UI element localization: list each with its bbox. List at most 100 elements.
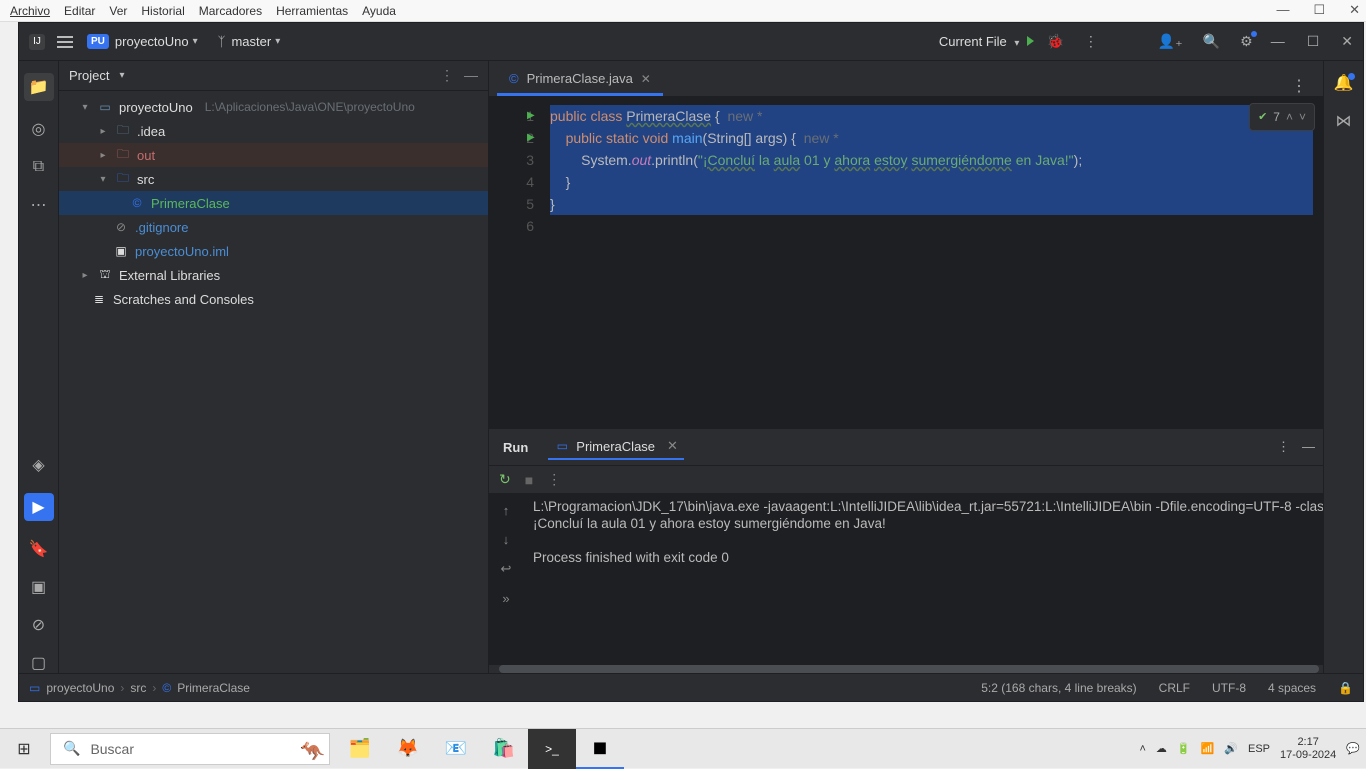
- window-maximize-icon[interactable]: ☐: [1313, 2, 1325, 18]
- tray-onedrive-icon[interactable]: ☁: [1156, 742, 1167, 755]
- build-tool-icon[interactable]: ▣: [29, 577, 49, 597]
- tree-src-folder[interactable]: ▾ 🗀 src: [59, 167, 488, 191]
- project-tool-icon[interactable]: 📁: [24, 73, 54, 101]
- search-everywhere-icon[interactable]: 🔍: [1203, 33, 1220, 50]
- module-icon: ▭: [97, 100, 113, 114]
- project-panel-more-icon[interactable]: ⋮: [440, 67, 454, 84]
- taskbar-app-terminal[interactable]: >_: [528, 729, 576, 769]
- run-tool-hide-icon[interactable]: —: [1302, 439, 1315, 455]
- tray-clock[interactable]: 2:17 17-09-2024: [1280, 736, 1336, 762]
- taskbar-search[interactable]: 🔍 Buscar 🦘: [50, 733, 330, 765]
- readonly-lock-icon[interactable]: 🔒: [1338, 681, 1353, 695]
- menu-marcadores[interactable]: Marcadores: [199, 4, 262, 18]
- debug-button[interactable]: 🐞: [1046, 33, 1063, 50]
- run-tool-icon[interactable]: ▶: [24, 493, 54, 521]
- services-tool-icon[interactable]: ◈: [29, 455, 49, 475]
- window-close-icon[interactable]: ✕: [1349, 2, 1360, 18]
- close-tab-icon[interactable]: ✕: [641, 72, 651, 86]
- breadcrumb[interactable]: ▭ proyectoUno› src› © PrimeraClase: [29, 681, 250, 695]
- run-line-icon[interactable]: ▶: [527, 105, 535, 127]
- run-toolbar-more-icon[interactable]: ⋮: [547, 471, 561, 488]
- indent-widget[interactable]: 4 spaces: [1268, 681, 1316, 695]
- project-tree[interactable]: ▾ ▭ proyectoUno L:\Aplicaciones\Java\ONE…: [59, 91, 488, 315]
- menu-archivo[interactable]: Archivo: [10, 4, 50, 18]
- editor-gutter[interactable]: ▶ ▶ 1 2 3 4 5 6: [489, 97, 544, 428]
- run-button[interactable]: [1027, 33, 1034, 51]
- run-line-icon[interactable]: ▶: [527, 127, 535, 149]
- notifications-icon[interactable]: 🔔: [1334, 73, 1354, 93]
- tray-battery-icon[interactable]: 🔋: [1177, 742, 1191, 755]
- structure-tool-icon[interactable]: ⧉: [29, 157, 49, 177]
- run-config-tab[interactable]: ▭ PrimeraClase ✕: [548, 434, 684, 460]
- tree-out-folder[interactable]: ▸ 🗀 out: [59, 143, 488, 167]
- tree-idea-folder[interactable]: ▸ 🗀 .idea: [59, 119, 488, 143]
- settings-icon[interactable]: ⚙: [1240, 33, 1253, 50]
- menu-editar[interactable]: Editar: [64, 4, 95, 18]
- right-toolwindow-strip: 🔔 ⋈: [1323, 61, 1363, 673]
- tray-notifications-icon[interactable]: 💬: [1346, 742, 1360, 755]
- file-encoding[interactable]: UTF-8: [1212, 681, 1246, 695]
- chevron-up-icon[interactable]: ˄: [1286, 106, 1293, 128]
- tray-volume-icon[interactable]: 🔊: [1224, 742, 1238, 755]
- ide-maximize-icon[interactable]: ☐: [1307, 33, 1320, 50]
- run-h-scrollbar[interactable]: [489, 665, 1323, 673]
- menu-ver[interactable]: Ver: [109, 4, 127, 18]
- editor-tab-options-icon[interactable]: ⋮: [1283, 76, 1315, 96]
- tree-gitignore[interactable]: ⊘ .gitignore: [59, 215, 488, 239]
- tray-wifi-icon[interactable]: 📶: [1201, 742, 1215, 755]
- tray-language[interactable]: ESP: [1248, 743, 1270, 755]
- taskbar-app-store[interactable]: 🛍️: [480, 729, 528, 769]
- main-menu-icon[interactable]: [57, 36, 73, 48]
- project-panel-header[interactable]: Project▾ ⋮ —: [59, 61, 488, 91]
- scroll-down-icon[interactable]: ↓: [503, 532, 510, 547]
- project-panel-hide-icon[interactable]: —: [464, 67, 478, 84]
- bookmarks-tool-icon[interactable]: 🔖: [29, 539, 49, 559]
- more-tools-icon[interactable]: ⋯: [29, 195, 49, 215]
- window-minimize-icon[interactable]: —: [1276, 2, 1289, 18]
- tree-scratches[interactable]: ≣ Scratches and Consoles: [59, 287, 488, 311]
- rerun-button[interactable]: ↻: [499, 471, 511, 488]
- caret-position[interactable]: 5:2 (168 chars, 4 line breaks): [981, 681, 1136, 695]
- chevron-down-icon[interactable]: ▾: [193, 36, 198, 47]
- stop-button[interactable]: ■: [525, 472, 533, 488]
- project-dropdown[interactable]: proyectoUno: [115, 34, 189, 49]
- editor-tab[interactable]: © PrimeraClase.java ✕: [497, 64, 663, 96]
- run-tool-more-icon[interactable]: ⋮: [1277, 439, 1290, 455]
- tree-ext-libs[interactable]: ▸ ⛫ External Libraries: [59, 263, 488, 287]
- tree-class-file[interactable]: © PrimeraClase: [59, 191, 488, 215]
- menu-herramientas[interactable]: Herramientas: [276, 4, 348, 18]
- close-tab-icon[interactable]: ✕: [667, 438, 678, 454]
- more-run-options-icon[interactable]: ⋮: [1084, 33, 1098, 50]
- taskbar-app-explorer[interactable]: 🗂️: [336, 729, 384, 769]
- tree-root[interactable]: ▾ ▭ proyectoUno L:\Aplicaciones\Java\ONE…: [59, 95, 488, 119]
- taskbar-app-intellij[interactable]: ◼: [576, 729, 624, 769]
- line-separator[interactable]: CRLF: [1159, 681, 1190, 695]
- tree-iml[interactable]: ▣ proyectoUno.iml: [59, 239, 488, 263]
- chevron-down-icon: ▾: [275, 36, 280, 47]
- scroll-up-icon[interactable]: ↑: [503, 503, 510, 518]
- vcs-branch-widget[interactable]: ᛉ master ▾: [218, 34, 281, 49]
- run-output[interactable]: L:\Programacion\JDK_17\bin\java.exe -jav…: [523, 493, 1323, 665]
- project-badge[interactable]: PU: [87, 34, 109, 49]
- run-tab[interactable]: Run: [497, 436, 534, 459]
- start-button[interactable]: ⊞: [0, 729, 48, 769]
- code-area[interactable]: public class PrimeraClase { new * public…: [544, 97, 1323, 428]
- add-user-icon[interactable]: 👤₊: [1158, 33, 1183, 50]
- ide-minimize-icon[interactable]: —: [1271, 33, 1285, 50]
- soft-wrap-icon[interactable]: ↩: [501, 561, 512, 577]
- scroll-to-end-icon[interactable]: »: [502, 591, 509, 606]
- taskbar-app-firefox[interactable]: 🦊: [384, 729, 432, 769]
- taskbar-app-outlook[interactable]: 📧: [432, 729, 480, 769]
- commit-tool-icon[interactable]: ◎: [29, 119, 49, 139]
- inspections-widget[interactable]: ✔ 7 ˄ ˅: [1249, 103, 1315, 131]
- code-editor[interactable]: ▶ ▶ 1 2 3 4 5 6 public class PrimeraClas…: [489, 97, 1323, 428]
- menu-historial[interactable]: Historial: [141, 4, 184, 18]
- run-config-selector[interactable]: Current File ▾: [939, 34, 1020, 49]
- terminal-tool-icon[interactable]: ▢: [29, 653, 49, 673]
- chevron-down-icon[interactable]: ˅: [1299, 106, 1306, 128]
- tray-chevron-icon[interactable]: ˄: [1139, 743, 1145, 755]
- menu-ayuda[interactable]: Ayuda: [362, 4, 396, 18]
- problems-tool-icon[interactable]: ⊘: [29, 615, 49, 635]
- ai-assistant-icon[interactable]: ⋈: [1336, 111, 1352, 131]
- ide-close-icon[interactable]: ✕: [1341, 33, 1353, 50]
